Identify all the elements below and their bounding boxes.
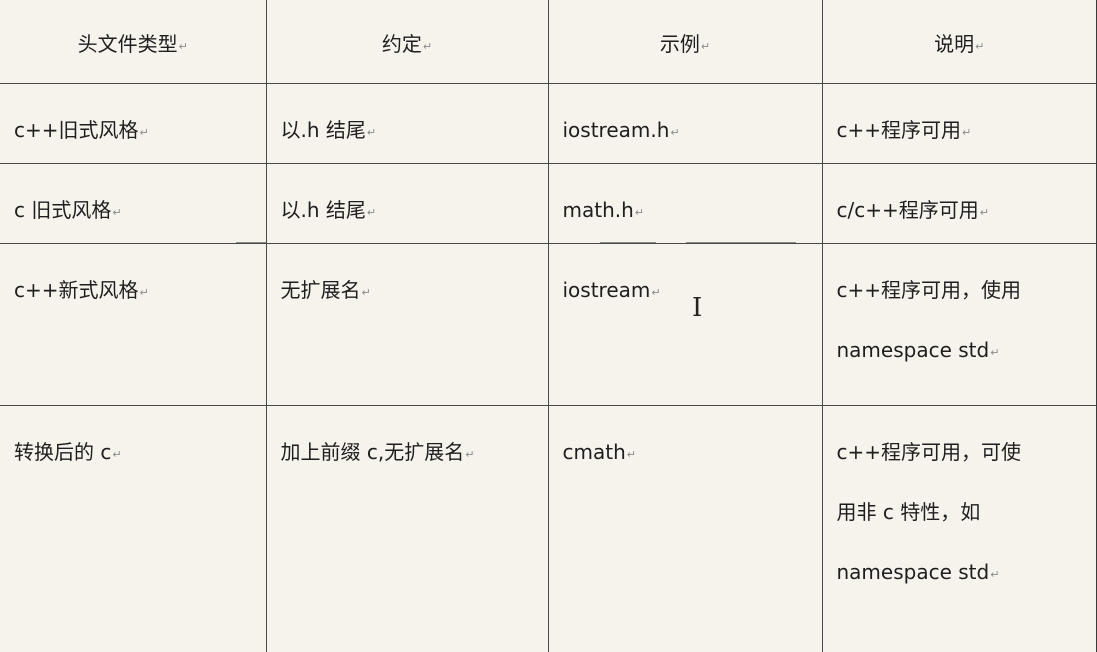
cell-text: c++新式风格↵	[0, 280, 266, 303]
cell-description[interactable]: c++程序可用，可使 用非 c 特性，如 namespace std↵	[821, 404, 1097, 652]
type-text: c 旧式风格	[14, 197, 112, 222]
cell-type[interactable]: c++旧式风格↵	[0, 82, 267, 164]
cell-text: c++程序可用，可使 用非 c 特性，如 namespace std↵	[823, 422, 1097, 605]
paragraph-mark-icon: ↵	[670, 125, 680, 139]
cell-text: 以.h 结尾↵	[267, 120, 548, 143]
text-cursor-icon: I	[692, 293, 703, 323]
type-text: c++旧式风格	[14, 117, 139, 142]
header-cell-example[interactable]: 示例↵	[547, 0, 823, 84]
description-line: c++程序可用，使用	[836, 277, 1022, 302]
header-cell-convention[interactable]: 约定↵	[265, 0, 549, 84]
cell-type[interactable]: c 旧式风格↵	[0, 162, 267, 244]
cell-text: iostream.h↵	[549, 120, 822, 143]
cell-text: c++程序可用↵	[823, 120, 1097, 143]
cell-text: c++旧式风格↵	[0, 120, 266, 143]
faint-rule	[686, 242, 796, 243]
cell-text: 加上前缀 c,无扩展名↵	[267, 442, 548, 465]
cell-text: cmath↵	[549, 442, 822, 465]
table-header-row: 头文件类型↵ 约定↵ 示例↵ 说明↵	[0, 0, 1097, 84]
paragraph-mark-icon: ↵	[975, 40, 985, 53]
paragraph-mark-icon: ↵	[626, 447, 636, 461]
paragraph-mark-icon: ↵	[112, 447, 122, 461]
cell-convention[interactable]: 加上前缀 c,无扩展名↵	[265, 404, 549, 652]
paragraph-mark-icon: ↵	[465, 447, 475, 461]
cell-text: 转换后的 c↵	[0, 442, 266, 465]
cell-description[interactable]: c++程序可用，使用 namespace std↵	[821, 242, 1097, 406]
cell-description[interactable]: c/c++程序可用↵	[821, 162, 1097, 244]
cell-example[interactable]: cmath↵	[547, 404, 823, 652]
header-type-label: 头文件类型	[77, 32, 178, 56]
convention-text: 以.h 结尾	[280, 197, 366, 222]
header-example-label: 示例	[659, 32, 700, 56]
paragraph-mark-icon: ↵	[366, 205, 377, 219]
cell-description[interactable]: c++程序可用↵	[821, 82, 1097, 164]
example-text: iostream.h	[562, 117, 670, 142]
paragraph-mark-icon: ↵	[139, 125, 149, 139]
description-line: 用非 c 特性，如	[836, 499, 981, 524]
cell-convention[interactable]: 以.h 结尾↵	[265, 82, 549, 164]
paragraph-mark-icon: ↵	[962, 125, 972, 139]
header-files-table: 头文件类型↵ 约定↵ 示例↵ 说明↵ c++旧式风格↵ 以.h 结尾↵ iost…	[0, 0, 1097, 652]
table-row: 转换后的 c↵ 加上前缀 c,无扩展名↵ cmath↵ c++程序可用，可使 用非…	[0, 404, 1097, 652]
cell-convention[interactable]: 以.h 结尾↵	[265, 162, 549, 244]
paragraph-mark-icon: ↵	[178, 40, 188, 53]
paragraph-mark-icon: ↵	[112, 205, 122, 219]
paragraph-mark-icon: ↵	[634, 205, 645, 219]
header-convention-label: 约定	[381, 32, 422, 56]
description-text: c/c++程序可用	[836, 197, 979, 222]
cell-text: math.h↵	[549, 200, 822, 223]
paragraph-mark-icon: ↵	[422, 40, 433, 53]
description-line: namespace std	[836, 559, 990, 584]
cell-convention[interactable]: 无扩展名↵	[265, 242, 549, 406]
header-cell-description[interactable]: 说明↵	[821, 0, 1097, 84]
example-text: cmath	[562, 439, 626, 464]
cell-text: 以.h 结尾↵	[267, 200, 548, 223]
description-line: c++程序可用，可使	[836, 439, 1022, 464]
convention-text: 加上前缀 c,无扩展名	[280, 439, 465, 464]
table-row: c++新式风格↵ 无扩展名↵ iostream↵ c++程序可用，使用 names…	[0, 242, 1097, 406]
header-cell-type[interactable]: 头文件类型↵	[0, 0, 267, 84]
paragraph-mark-icon: ↵	[990, 567, 1000, 581]
description-line: namespace std	[836, 337, 990, 362]
paragraph-mark-icon: ↵	[366, 125, 377, 139]
cell-example[interactable]: math.h↵	[547, 162, 823, 244]
cell-text: 无扩展名↵	[267, 280, 548, 303]
convention-text: 以.h 结尾	[280, 117, 366, 142]
paragraph-mark-icon: ↵	[361, 285, 371, 299]
cell-type[interactable]: 转换后的 c↵	[0, 404, 267, 652]
example-text: math.h	[562, 197, 634, 222]
header-description-label: 说明	[934, 32, 975, 56]
faint-rule	[236, 242, 266, 243]
cell-example[interactable]: iostream↵	[547, 242, 823, 406]
cell-text: iostream↵	[549, 280, 822, 303]
description-text: c++程序可用	[836, 117, 962, 142]
cell-example[interactable]: iostream.h↵	[547, 82, 823, 164]
paragraph-mark-icon: ↵	[990, 345, 1000, 359]
example-text: iostream	[562, 277, 651, 302]
type-text: c++新式风格	[14, 277, 139, 302]
convention-text: 无扩展名	[280, 277, 361, 302]
cell-type[interactable]: c++新式风格↵	[0, 242, 267, 406]
paragraph-mark-icon: ↵	[139, 285, 149, 299]
table-row: c++旧式风格↵ 以.h 结尾↵ iostream.h↵ c++程序可用↵	[0, 82, 1097, 164]
cell-text: c/c++程序可用↵	[823, 200, 1097, 223]
paragraph-mark-icon: ↵	[651, 285, 661, 299]
cell-text: c 旧式风格↵	[0, 200, 266, 223]
table-row: c 旧式风格↵ 以.h 结尾↵ math.h↵ c/c++程序可用↵	[0, 162, 1097, 244]
type-text: 转换后的 c	[14, 439, 112, 464]
cell-text: c++程序可用，使用 namespace std↵	[823, 260, 1097, 383]
paragraph-mark-icon: ↵	[979, 205, 989, 219]
faint-rule	[600, 242, 656, 243]
paragraph-mark-icon: ↵	[700, 40, 711, 53]
